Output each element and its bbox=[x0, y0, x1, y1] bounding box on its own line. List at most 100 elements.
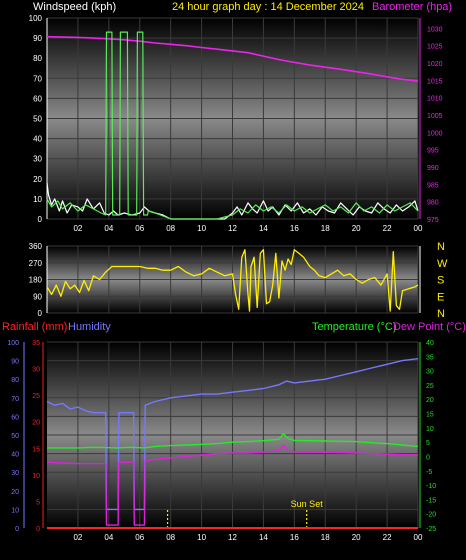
temp-x-tick-label: 18 bbox=[321, 533, 330, 542]
temp-x-tick-label: 22 bbox=[383, 533, 392, 542]
rainfall-y-tick-label: 0 bbox=[36, 526, 40, 533]
temperature-y-tick-label: -20 bbox=[426, 512, 436, 519]
wind-x-tick-label: 04 bbox=[104, 224, 113, 233]
wind-x-tick-label: 18 bbox=[321, 224, 330, 233]
compass-label: E bbox=[437, 291, 444, 303]
humidity-y-tick-label: 80 bbox=[11, 377, 19, 384]
rainfall-y-tick-label: 15 bbox=[32, 446, 40, 453]
humidity-y-tick-label: 20 bbox=[11, 489, 19, 496]
dew-point-legend-label: Dew Point (°C) bbox=[393, 321, 466, 333]
baro-y-tick-label: 1030 bbox=[427, 26, 443, 33]
header-baro-label: Barometer (hpa) bbox=[372, 1, 452, 13]
baro-y-tick-label: 990 bbox=[427, 165, 439, 172]
header-date-label: 24 hour graph day : 14 December 2024 bbox=[172, 1, 364, 13]
wind-y-tick-label: 60 bbox=[33, 94, 42, 103]
temp-x-tick-label: 16 bbox=[290, 533, 299, 542]
wind-y-tick-label: 70 bbox=[33, 74, 42, 83]
direction-y-tick-label: 90 bbox=[33, 292, 42, 301]
temperature-y-tick-label: 25 bbox=[426, 383, 434, 390]
temp-x-tick-label: 00 bbox=[414, 533, 423, 542]
wind-y-tick-label: 20 bbox=[33, 175, 42, 184]
direction-y-tick-label: 180 bbox=[29, 276, 43, 285]
humidity-y-tick-label: 10 bbox=[11, 507, 19, 514]
baro-y-tick-label: 995 bbox=[427, 148, 439, 155]
temp-x-tick-label: 12 bbox=[228, 533, 237, 542]
compass-label: N bbox=[437, 241, 445, 253]
wind-y-tick-label: 50 bbox=[33, 115, 42, 124]
humidity-y-tick-label: 70 bbox=[11, 396, 19, 403]
humidity-y-tick-label: 60 bbox=[11, 414, 19, 421]
wind-x-tick-label: 14 bbox=[259, 224, 268, 233]
temperature-y-tick-label: -25 bbox=[426, 526, 436, 533]
baro-y-tick-label: 1000 bbox=[427, 130, 443, 137]
humidity-y-tick-label: 40 bbox=[11, 452, 19, 459]
wind-x-tick-label: 06 bbox=[135, 224, 144, 233]
humidity-y-tick-label: 30 bbox=[11, 470, 19, 477]
wind-x-tick-label: 16 bbox=[290, 224, 299, 233]
wind-y-tick-label: 80 bbox=[33, 54, 42, 63]
temperature-y-tick-label: 20 bbox=[426, 397, 434, 404]
wind-y-tick-label: 90 bbox=[33, 34, 42, 43]
chart-canvas: Windspeed (kph) 24 hour graph day : 14 D… bbox=[2, 1, 466, 542]
temp-x-tick-label: 14 bbox=[259, 533, 268, 542]
wind-x-tick-label: 22 bbox=[383, 224, 392, 233]
direction-y-tick-label: 360 bbox=[29, 242, 43, 251]
rainfall-y-tick-label: 25 bbox=[32, 393, 40, 400]
temperature-y-tick-label: 40 bbox=[426, 340, 434, 347]
rainfall-y-tick-label: 35 bbox=[32, 340, 40, 347]
wind-x-tick-label: 12 bbox=[228, 224, 237, 233]
temp-x-tick-label: 04 bbox=[104, 533, 113, 542]
temperature-y-tick-label: 10 bbox=[426, 426, 434, 433]
baro-y-tick-label: 1005 bbox=[427, 113, 443, 120]
temperature-y-tick-label: -5 bbox=[426, 469, 432, 476]
temperature-y-tick-label: 30 bbox=[426, 369, 434, 376]
temp-x-tick-label: 06 bbox=[135, 533, 144, 542]
weather-graphs: Windspeed (kph) 24 hour graph day : 14 D… bbox=[0, 0, 466, 555]
header-wind-label: Windspeed (kph) bbox=[33, 1, 116, 13]
baro-y-tick-label: 1015 bbox=[427, 78, 443, 85]
humidity-legend-label: Humidity bbox=[68, 321, 111, 333]
wind-x-tick-label: 20 bbox=[352, 224, 361, 233]
compass-label: S bbox=[437, 275, 444, 287]
baro-y-tick-label: 1010 bbox=[427, 96, 443, 103]
wind-x-tick-label: 10 bbox=[197, 224, 206, 233]
wind-y-tick-label: 30 bbox=[33, 155, 42, 164]
rainfall-y-tick-label: 10 bbox=[32, 473, 40, 480]
humidity-y-tick-label: 50 bbox=[11, 433, 19, 440]
baro-y-tick-label: 1025 bbox=[427, 44, 443, 51]
temperature-y-tick-label: -15 bbox=[426, 497, 436, 504]
direction-y-tick-label: 270 bbox=[29, 259, 43, 268]
temperature-y-tick-label: 35 bbox=[426, 354, 434, 361]
temp-x-tick-label: 02 bbox=[73, 533, 82, 542]
rainfall-y-tick-label: 20 bbox=[32, 420, 40, 427]
baro-y-tick-label: 985 bbox=[427, 182, 439, 189]
humidity-y-tick-label: 90 bbox=[11, 359, 19, 366]
humidity-y-tick-label: 0 bbox=[15, 526, 19, 533]
temperature-y-tick-label: -10 bbox=[426, 483, 436, 490]
wind-y-tick-label: 40 bbox=[33, 135, 42, 144]
temperature-y-tick-label: 0 bbox=[426, 454, 430, 461]
wind-x-tick-label: 00 bbox=[414, 224, 423, 233]
rainfall-legend-label: Rainfall (mm) bbox=[2, 321, 67, 333]
temp-x-tick-label: 08 bbox=[166, 533, 175, 542]
temp-x-tick-label: 10 bbox=[197, 533, 206, 542]
wind-x-tick-label: 02 bbox=[73, 224, 82, 233]
temperature-legend-label: Temperature (°C) bbox=[312, 321, 396, 333]
compass-label: W bbox=[437, 258, 448, 270]
rainfall-y-tick-label: 5 bbox=[36, 499, 40, 506]
temperature-y-tick-label: 15 bbox=[426, 412, 434, 419]
baro-y-tick-label: 1020 bbox=[427, 61, 443, 68]
sun-set-label: Sun Set bbox=[291, 499, 324, 509]
humidity-y-tick-label: 100 bbox=[7, 340, 19, 347]
wind-x-tick-label: 08 bbox=[166, 224, 175, 233]
wind-y-tick-label: 10 bbox=[33, 195, 42, 204]
wind-y-tick-label: 0 bbox=[38, 215, 43, 224]
baro-y-tick-label: 975 bbox=[427, 217, 439, 224]
baro-y-tick-label: 980 bbox=[427, 200, 439, 207]
rainfall-y-tick-label: 30 bbox=[32, 367, 40, 374]
wind-y-tick-label: 100 bbox=[29, 14, 43, 23]
temp-x-tick-label: 20 bbox=[352, 533, 361, 542]
direction-y-tick-label: 0 bbox=[38, 309, 43, 318]
temperature-y-tick-label: 5 bbox=[426, 440, 430, 447]
compass-label: N bbox=[437, 308, 445, 320]
